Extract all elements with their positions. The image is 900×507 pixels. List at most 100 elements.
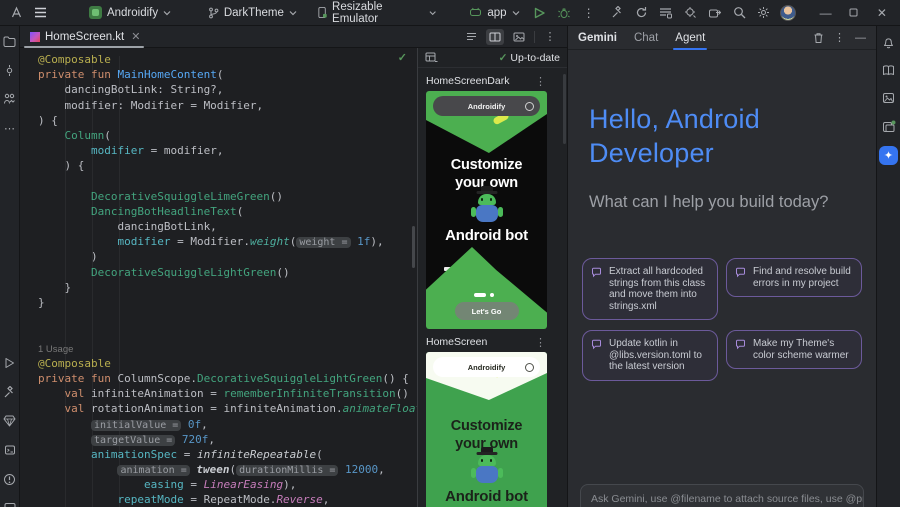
structure-icon[interactable] <box>2 91 18 107</box>
notifications-bell-icon[interactable] <box>881 34 897 50</box>
hamburger-menu-icon[interactable] <box>30 3 50 23</box>
editor-tab-bar: HomeScreen.kt ✕ ⋮ <box>20 26 567 48</box>
preview-homescreen[interactable]: Androidify Customize your own Android bo… <box>426 352 547 507</box>
terminal-icon[interactable] <box>2 500 18 507</box>
debug-icon[interactable] <box>554 3 574 23</box>
code-line: ) { <box>38 158 417 173</box>
gradle-sync-icon[interactable] <box>631 3 651 23</box>
chevron-down-icon <box>512 10 520 16</box>
suggestion-text: Find and resolve build errors in my proj… <box>753 266 851 289</box>
phone-headline: Customize <box>426 418 547 434</box>
split-view-icon[interactable] <box>486 29 504 45</box>
tab-homescreen-kt[interactable]: HomeScreen.kt ✕ <box>20 26 148 48</box>
preview-item-label: HomeScreenDark <box>426 75 509 87</box>
gemini-spark-icon[interactable]: ✦ <box>879 146 898 165</box>
preview-item-label: HomeScreen <box>426 336 487 348</box>
project-folder-icon[interactable] <box>2 33 18 49</box>
phone-toolbar: Androidify <box>433 357 540 377</box>
profiler-icon[interactable] <box>680 3 700 23</box>
suggestion-text: Extract all hardcoded strings from this … <box>609 266 705 312</box>
phone-headline: Android bot <box>426 488 547 505</box>
studio-logo-icon <box>6 3 26 23</box>
vcs-branch-selector[interactable]: DarkTheme <box>202 5 303 21</box>
more-vertical-icon[interactable]: ⋮ <box>535 336 546 349</box>
more-vertical-icon[interactable]: ⋮ <box>541 29 559 45</box>
tab-agent[interactable]: Agent <box>675 26 705 50</box>
device-manager-icon[interactable] <box>881 118 897 134</box>
run-tool-icon[interactable] <box>2 355 18 371</box>
phone-toolbar-title: Androidify <box>468 363 506 372</box>
code-line: DancingBotHeadlineText( <box>38 204 417 219</box>
inspection-check-icon[interactable]: ✓ <box>398 51 407 64</box>
suggestion-card[interactable]: Extract all hardcoded strings from this … <box>582 258 718 320</box>
code-line: animation = tween(durationMillis = 12000… <box>38 462 417 477</box>
code-line: modifier = modifier, <box>38 143 417 158</box>
suggestion-cards: Extract all hardcoded strings from this … <box>582 258 862 381</box>
code-editor[interactable]: @Composableprivate fun MainHomeContent( … <box>20 48 417 507</box>
more-vertical-icon[interactable]: ⋮ <box>578 3 598 23</box>
run-icon[interactable] <box>530 3 550 23</box>
editor-view-modes: ⋮ <box>462 29 567 45</box>
todo-list-icon[interactable] <box>656 3 676 23</box>
close-tab-icon[interactable]: ✕ <box>131 30 140 43</box>
more-vertical-icon[interactable]: ⋮ <box>834 31 845 44</box>
running-devices-icon[interactable] <box>881 62 897 78</box>
suggestion-card[interactable]: Update kotlin in @libs.version.toml to t… <box>582 330 718 381</box>
build-icon[interactable] <box>607 3 627 23</box>
preview-homescreendark[interactable]: Androidify Customize your own Android bo… <box>426 91 547 329</box>
tab-chat[interactable]: Chat <box>634 26 658 50</box>
trash-icon[interactable] <box>813 32 824 44</box>
code-line: initialValue = 0f, <box>38 417 417 432</box>
logcat-icon[interactable] <box>2 442 18 458</box>
code-line: DecorativeSquiggleLimeGreen() <box>38 189 417 204</box>
preview-list[interactable]: HomeScreenDark ⋮ Androidify Customize y <box>418 68 567 507</box>
minimize-icon[interactable]: — <box>814 3 838 23</box>
device-name: Resizable Emulator <box>332 1 424 25</box>
gemini-content: Hello, Android Developer What can I help… <box>568 50 876 507</box>
problems-icon[interactable] <box>2 471 18 487</box>
gemini-prompt-input[interactable] <box>580 484 864 507</box>
suggestion-card[interactable]: Find and resolve build errors in my proj… <box>726 258 862 297</box>
greeting-line1: Hello, Android <box>589 102 760 136</box>
maximize-icon[interactable] <box>842 3 866 23</box>
code-line: repeatMode = RepeatMode.Reverse, <box>38 492 417 507</box>
more-tools-icon[interactable]: ⋯ <box>2 120 18 136</box>
code-line: @Composable <box>38 52 417 67</box>
design-view-icon[interactable] <box>510 29 528 45</box>
code-line <box>38 325 417 340</box>
gallery-view-icon[interactable] <box>425 52 438 63</box>
code-line: ) { <box>38 113 417 128</box>
editor-scrollbar[interactable] <box>412 226 415 268</box>
profile-circle-icon <box>525 102 534 111</box>
code-view-icon[interactable] <box>462 29 480 45</box>
project-selector[interactable]: Androidify <box>83 4 177 21</box>
hide-panel-icon[interactable]: — <box>855 32 866 44</box>
app-insights-icon[interactable] <box>2 413 18 429</box>
avatar[interactable] <box>778 3 798 23</box>
preview-status: ✓ Up-to-date <box>499 52 560 64</box>
chat-bubble-icon <box>591 339 602 350</box>
commit-push-icon[interactable] <box>705 3 725 23</box>
more-vertical-icon[interactable]: ⋮ <box>535 75 546 88</box>
chevron-down-icon <box>429 10 436 16</box>
build-tool-icon[interactable] <box>2 384 18 400</box>
run-configuration-selector[interactable]: app <box>463 5 525 21</box>
greeting-line2: Developer <box>589 136 760 170</box>
preview-scrollbar[interactable] <box>563 74 566 144</box>
close-icon[interactable]: ✕ <box>870 3 894 23</box>
lets-go-button: Let's Go <box>455 302 519 320</box>
code-line: dancingBotLink, <box>38 219 417 234</box>
suggestion-card[interactable]: Make my Theme's color scheme warmer <box>726 330 862 369</box>
commit-icon[interactable] <box>2 62 18 78</box>
device-selector[interactable]: Resizable Emulator <box>311 0 442 27</box>
code-line: private fun MainHomeContent( <box>38 67 417 82</box>
preview-item-header: HomeScreenDark ⋮ <box>426 71 546 91</box>
code-line: } <box>38 280 417 295</box>
resource-manager-icon[interactable] <box>881 90 897 106</box>
code-line: val rotationAnimation = infiniteAnimatio… <box>38 401 417 416</box>
device-icon <box>317 6 327 19</box>
search-icon[interactable] <box>729 3 749 23</box>
code-line: animationSpec = infiniteRepeatable( <box>38 447 417 462</box>
code-line: Column( <box>38 128 417 143</box>
settings-icon[interactable] <box>753 3 773 23</box>
